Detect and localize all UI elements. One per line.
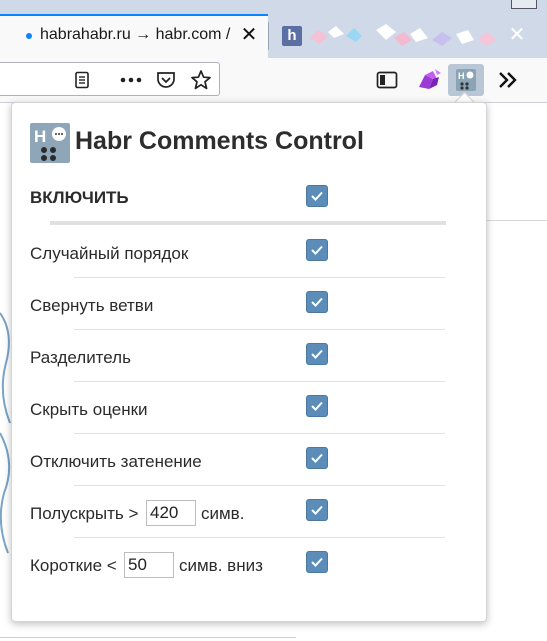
close-tab-icon[interactable]: ✕ bbox=[238, 24, 260, 46]
popup-title: Habr Comments Control bbox=[75, 127, 364, 155]
tab-separator bbox=[268, 22, 269, 50]
svg-text:H: H bbox=[458, 71, 465, 81]
random-order-checkbox[interactable] bbox=[306, 239, 328, 261]
option-label: Скрыть оценки bbox=[30, 400, 148, 419]
pocket-icon[interactable] bbox=[155, 69, 177, 91]
row-divider bbox=[74, 381, 445, 382]
short-chars-input[interactable] bbox=[124, 552, 174, 578]
window-control[interactable] bbox=[511, 0, 537, 9]
overflow-chevron-icon[interactable] bbox=[496, 68, 520, 92]
habr-logo-icon: H bbox=[30, 123, 70, 163]
tab-active[interactable]: habrahabr.ru → habr.com / ✕ bbox=[0, 14, 268, 58]
hide-scores-checkbox[interactable] bbox=[306, 395, 328, 417]
extension-icon[interactable] bbox=[414, 66, 444, 94]
semi-hide-checkbox[interactable] bbox=[306, 499, 328, 521]
bookmark-star-icon[interactable] bbox=[189, 68, 213, 92]
svg-text:H: H bbox=[34, 127, 46, 146]
row-divider bbox=[74, 485, 445, 486]
option-label: Свернуть ветви bbox=[30, 296, 154, 315]
page-divider bbox=[486, 220, 547, 221]
option-label: Разделитель bbox=[30, 348, 131, 367]
url-bar[interactable] bbox=[0, 62, 220, 96]
sidebar-icon[interactable] bbox=[375, 69, 399, 91]
short-prefix: Короткие < bbox=[30, 556, 117, 575]
option-label: Случайный порядок bbox=[30, 244, 189, 263]
extension-popup: H Habr Comments Control ВКЛЮЧИТЬ Случайн… bbox=[11, 102, 487, 622]
row-divider bbox=[74, 537, 445, 538]
enable-checkbox[interactable] bbox=[306, 185, 328, 207]
more-icon[interactable] bbox=[119, 69, 143, 91]
row-divider bbox=[74, 277, 445, 278]
tab-title: habrahabr.ru → habr.com / bbox=[40, 26, 231, 43]
separator-checkbox[interactable] bbox=[306, 343, 328, 365]
semi-hide-prefix: Полускрыть > bbox=[30, 504, 139, 523]
tab-strip: habrahabr.ru → habr.com / ✕ h ✕ bbox=[0, 0, 547, 58]
section-divider bbox=[50, 221, 446, 225]
page-divider bbox=[0, 637, 296, 638]
short-checkbox[interactable] bbox=[306, 551, 328, 573]
reader-view-icon[interactable] bbox=[71, 69, 93, 91]
row-divider bbox=[74, 433, 445, 434]
theme-decoration bbox=[310, 24, 496, 46]
semi-hide-suffix: симв. bbox=[201, 504, 245, 523]
enable-label: ВКЛЮЧИТЬ bbox=[30, 188, 129, 207]
tab-loading-dot bbox=[26, 33, 32, 39]
semi-hide-chars-input[interactable] bbox=[146, 500, 196, 526]
tab-second[interactable]: h ✕ bbox=[270, 14, 547, 58]
close-tab-icon[interactable]: ✕ bbox=[506, 24, 528, 46]
habr-extension-button[interactable]: H bbox=[448, 64, 484, 96]
habr-favicon-icon: h bbox=[282, 26, 302, 46]
habr-extension-icon: H bbox=[456, 69, 476, 91]
disable-dimming-checkbox[interactable] bbox=[306, 447, 328, 469]
short-suffix: симв. вниз bbox=[179, 556, 263, 575]
collapse-branches-checkbox[interactable] bbox=[306, 291, 328, 313]
option-label: Отключить затенение bbox=[30, 452, 202, 471]
row-divider bbox=[74, 329, 445, 330]
